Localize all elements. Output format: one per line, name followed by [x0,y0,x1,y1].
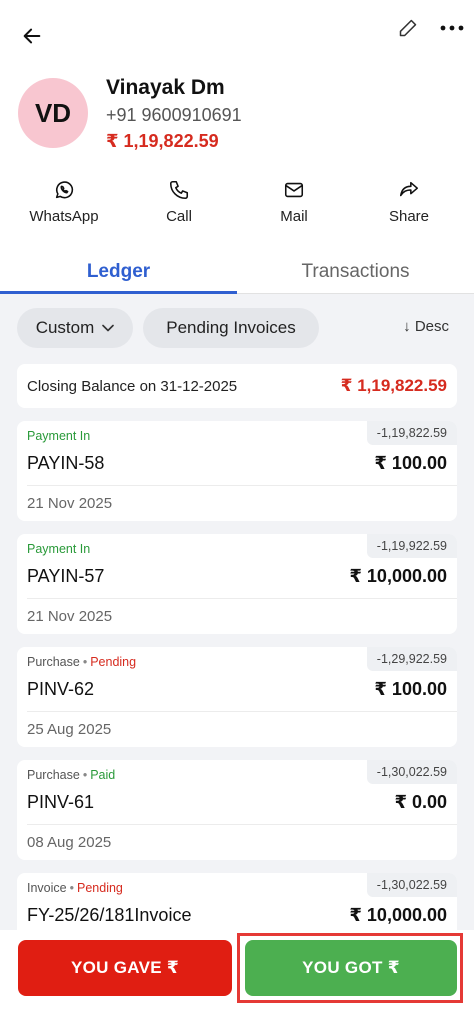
document-number: PINV-62 [27,679,95,699]
phone-icon [169,180,189,200]
separator-dot: • [82,768,88,782]
document-number: PAYIN-57 [27,566,105,586]
entry-date: 25 Aug 2025 [27,721,112,738]
entry-type-label: Purchase [27,768,80,782]
separator-dot: • [82,655,88,669]
arrow-left-icon [23,28,41,44]
entry-type-label: Payment In [27,542,91,556]
entry-amount: ₹ 10,000.00 [349,905,447,925]
pencil-icon [399,19,417,37]
edit-button[interactable] [392,12,424,44]
closing-balance-label: Closing Balance on 31-12-2025 [27,377,238,395]
entry-type-label: Payment In [27,429,91,443]
whatsapp-button[interactable]: WhatsApp [14,176,114,232]
more-horizontal-icon [440,25,464,31]
entry-type-label: Invoice [27,881,67,895]
top-bar [0,0,474,64]
call-button[interactable]: Call [129,176,229,232]
entry-type-label: Purchase [27,655,80,669]
entry-type: Invoice • Pending [27,881,123,895]
divider [27,485,457,486]
entry-type: Purchase • Paid [27,768,115,782]
party-profile: VD Vinayak Dm +91 9600910691 ₹ 1,19,822.… [18,76,458,156]
mail-button[interactable]: Mail [244,176,344,232]
whatsapp-label: WhatsApp [29,208,99,225]
period-filter[interactable]: Custom [17,308,133,348]
mail-label: Mail [280,208,308,225]
party-name: Vinayak Dm [106,76,225,99]
period-filter-label: Custom [35,318,95,337]
ledger-entry[interactable]: Purchase • Paid -1,30,022.59 PINV-61 ₹ 0.0… [17,760,457,860]
divider [27,711,457,712]
quick-actions: WhatsApp Call Mail Share [0,176,474,232]
ledger-content: Custom Pending Invoices ↓ Desc Closing B… [0,294,474,1011]
running-balance: -1,29,922.59 [366,647,457,671]
pending-invoices-filter[interactable]: Pending Invoices [143,308,319,348]
call-label: Call [166,208,192,225]
entry-date: 08 Aug 2025 [27,834,112,851]
entry-status: Pending [90,655,137,669]
closing-balance-value: ₹ 1,19,822.59 [340,376,447,395]
party-balance: ₹ 1,19,822.59 [106,131,219,151]
divider [27,598,457,599]
entry-amount: ₹ 10,000.00 [349,566,447,586]
share-icon [399,181,419,197]
document-number: FY-25/26/181Invoice [27,905,192,925]
document-number: PAYIN-58 [27,453,105,473]
you-got-button[interactable]: YOU GOT ₹ [245,940,457,996]
chevron-down-icon [102,324,115,332]
more-button[interactable] [434,12,470,44]
entry-type: Purchase • Pending [27,655,136,669]
closing-balance-row: Closing Balance on 31-12-2025 ₹ 1,19,822… [17,364,457,408]
entry-amount: ₹ 100.00 [374,453,447,473]
you-gave-button[interactable]: YOU GAVE ₹ [18,940,232,996]
tab-ledger[interactable]: Ledger [0,250,237,294]
ledger-entry[interactable]: Purchase • Pending -1,29,922.59 PINV-62 ₹ … [17,647,457,747]
entry-amount: ₹ 100.00 [374,679,447,699]
share-label: Share [388,208,430,225]
running-balance: -1,30,022.59 [366,873,457,897]
party-phone: +91 9600910691 [106,105,242,125]
running-balance: -1,19,822.59 [366,421,457,445]
mail-icon [284,182,304,198]
separator-dot: • [69,881,74,895]
entry-type: Payment In [27,542,90,556]
ledger-entry[interactable]: Payment In -1,19,822.59 PAYIN-58 ₹ 100.0… [17,421,457,521]
document-number: PINV-61 [27,792,95,812]
back-button[interactable] [16,20,48,52]
running-balance: -1,19,922.59 [366,534,457,558]
entry-amount: ₹ 0.00 [394,792,447,812]
tab-transactions[interactable]: Transactions [237,250,474,294]
entry-date: 21 Nov 2025 [27,608,113,625]
bottom-action-bar: YOU GAVE ₹ YOU GOT ₹ [0,930,474,1011]
entry-status: Paid [90,768,116,782]
whatsapp-icon [55,181,74,199]
sort-toggle[interactable]: ↓ Desc [403,318,449,335]
divider [27,824,457,825]
ledger-entry[interactable]: Payment In -1,19,922.59 PAYIN-57 ₹ 10,00… [17,534,457,634]
entry-date: 21 Nov 2025 [27,495,113,512]
share-button[interactable]: Share [359,176,459,232]
entry-type: Payment In [27,429,90,443]
entry-status: Pending [77,881,123,895]
tab-bar: Ledger Transactions [0,250,474,294]
avatar: VD [18,78,88,148]
filter-row: Custom Pending Invoices ↓ Desc [17,308,457,350]
running-balance: -1,30,022.59 [366,760,457,784]
